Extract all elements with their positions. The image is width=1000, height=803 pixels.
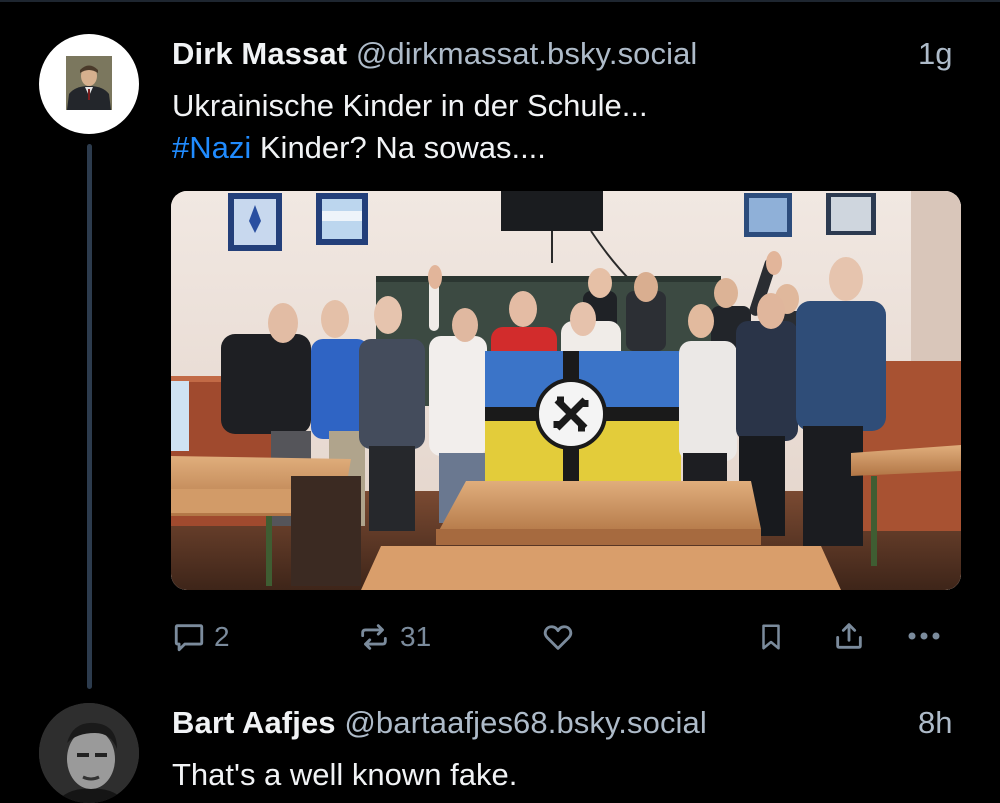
comment-icon bbox=[174, 624, 204, 652]
bookmark-icon bbox=[762, 624, 780, 650]
classroom-photo-icon bbox=[171, 191, 961, 590]
post-text-line2-rest: Kinder? Na sowas.... bbox=[251, 130, 546, 165]
bw-portrait-photo-icon bbox=[39, 703, 139, 803]
reply-count: 2 bbox=[214, 621, 230, 652]
reply-button[interactable]: 2 bbox=[172, 620, 230, 654]
post-time[interactable]: 8h bbox=[918, 705, 952, 741]
post-text-line1: Ukrainische Kinder in der Schule... bbox=[172, 88, 648, 123]
thread-line bbox=[87, 144, 92, 689]
repost-button[interactable]: 31 bbox=[356, 620, 431, 654]
post-header: Dirk Massat @dirkmassat.bsky.social bbox=[172, 36, 697, 72]
share-button[interactable] bbox=[832, 618, 866, 654]
person-photo-icon bbox=[66, 56, 112, 110]
post-text: That's a well known fake. bbox=[172, 757, 518, 792]
post-text: Ukrainische Kinder in der Schule... #Naz… bbox=[172, 85, 648, 169]
ellipsis-icon bbox=[908, 632, 940, 640]
repost-icon bbox=[361, 624, 387, 650]
post-image[interactable] bbox=[171, 191, 961, 590]
bookmark-button[interactable] bbox=[756, 620, 786, 654]
top-divider bbox=[0, 0, 1000, 2]
heart-icon bbox=[543, 625, 573, 650]
hashtag-link[interactable]: #Nazi bbox=[172, 130, 251, 165]
author-avatar[interactable] bbox=[39, 34, 139, 134]
post-text-line2: #Nazi Kinder? Na sowas.... bbox=[172, 127, 648, 169]
repost-count: 31 bbox=[400, 621, 432, 652]
post-time[interactable]: 1g bbox=[918, 36, 952, 72]
more-options-button[interactable] bbox=[904, 624, 944, 648]
author-name[interactable]: Dirk Massat bbox=[172, 36, 347, 71]
share-icon bbox=[836, 623, 862, 649]
post-header: Bart Aafjes @bartaafjes68.bsky.social bbox=[172, 705, 707, 741]
author-name[interactable]: Bart Aafjes bbox=[172, 705, 336, 740]
author-handle[interactable]: @dirkmassat.bsky.social bbox=[356, 36, 698, 71]
like-button[interactable] bbox=[540, 620, 576, 654]
author-avatar[interactable] bbox=[39, 703, 139, 803]
author-handle[interactable]: @bartaafjes68.bsky.social bbox=[344, 705, 707, 740]
